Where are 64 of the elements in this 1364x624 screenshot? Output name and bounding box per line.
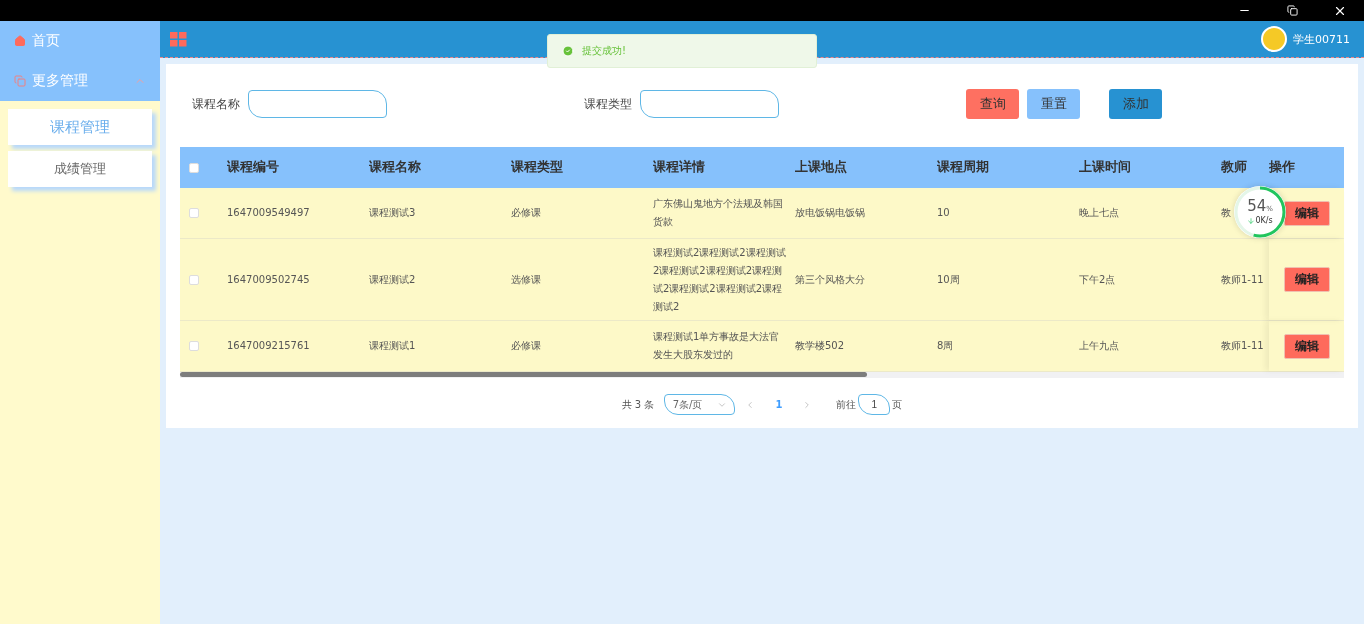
table-cell-text: 晚上七点 (1079, 206, 1119, 220)
edit-button[interactable]: 编辑 (1283, 267, 1330, 292)
filter-label: 课程类型 (584, 95, 632, 113)
column-header: 课程类型 (511, 159, 564, 176)
table-cell-text: 第三个风格大分 (795, 272, 865, 287)
download-arrow-icon (1247, 216, 1256, 225)
goto-page-input[interactable]: 1 (858, 394, 891, 415)
table-cell-text: 课程测试2 (369, 272, 416, 287)
table-cell-text: 1647009215761 (227, 339, 310, 353)
table-cell-text: 广东佛山鬼地方个法规及韩国货款 (653, 197, 784, 229)
column-header: 上课时间 (1079, 159, 1132, 176)
table-cell-text: 放电饭锅电饭锅 (795, 206, 865, 220)
page-size-select[interactable]: 7条/页 (664, 394, 736, 415)
table-cell-text: 1647009502745 (227, 272, 310, 287)
submenu-item[interactable]: 成绩管理 (8, 151, 152, 187)
table-cell-text: 教学楼502 (795, 339, 845, 353)
filter-input[interactable] (640, 90, 779, 118)
user-name: 学生00711 (1293, 31, 1350, 47)
page-suffix: 页 (892, 397, 903, 412)
scrollbar-thumb[interactable] (180, 372, 867, 377)
table-cell-text: 课程测试3 (369, 206, 416, 220)
pages-icon (14, 75, 26, 87)
edit-button[interactable]: 编辑 (1283, 200, 1330, 226)
table-cell-text: 教师1-11 (1221, 339, 1264, 353)
grid-icon[interactable] (170, 31, 187, 47)
goto-label: 前往 (836, 397, 857, 412)
table-cell-text: 10周 (937, 272, 960, 287)
table-cell-text: 必修课 (511, 206, 541, 220)
row-checkbox[interactable] (189, 274, 199, 285)
table-cell-text: 10 (937, 206, 950, 220)
column-header: 课程详情 (653, 159, 706, 176)
success-icon (562, 45, 574, 57)
user-avatar[interactable] (1261, 26, 1287, 52)
network-rate: 0K/s (1255, 216, 1273, 225)
table-cell-text: 8周 (937, 339, 954, 353)
table-cell-text: 教师1-11 (1221, 272, 1264, 287)
table-cell-text: 1647009549497 (227, 206, 310, 220)
table-cell-text: 课程测试1单方事故是大法官发生大股东发过的 (653, 330, 781, 362)
row-checkbox[interactable] (189, 208, 199, 218)
column-header: 教师 (1221, 159, 1248, 176)
total-count: 共 3 条 (621, 397, 655, 412)
action-button[interactable]: 重置 (1027, 89, 1080, 119)
filter-label: 课程名称 (192, 95, 240, 113)
action-button[interactable]: 添加 (1109, 89, 1162, 119)
column-header: 课程名称 (369, 159, 422, 176)
restore-icon[interactable] (1286, 5, 1298, 16)
home-icon (14, 35, 26, 47)
toast-message: 提交成功! (582, 44, 626, 58)
table-cell-text: 上午九点 (1079, 339, 1119, 353)
action-button[interactable]: 查询 (966, 89, 1019, 119)
header-checkbox[interactable] (189, 162, 199, 173)
table-cell-text: 教 (1221, 206, 1231, 220)
edit-button[interactable]: 编辑 (1283, 333, 1330, 359)
column-header: 操作 (1269, 159, 1296, 176)
table-cell-text: 必修课 (511, 339, 541, 353)
column-header: 上课地点 (795, 159, 848, 176)
row-checkbox[interactable] (189, 341, 199, 351)
column-header: 课程周期 (937, 159, 990, 176)
column-header: 课程编号 (227, 159, 280, 176)
table-cell-text: 选修课 (511, 272, 541, 287)
table-cell-text: 下午2点 (1079, 272, 1116, 287)
table-cell-text: 课程测试1 (369, 339, 416, 353)
filter-input[interactable] (248, 90, 387, 118)
table-cell-text: 课程测试2课程测试2课程测试2课程测试2课程测试2课程测试2课程测试2课程测试2课程测试2 (653, 245, 787, 314)
